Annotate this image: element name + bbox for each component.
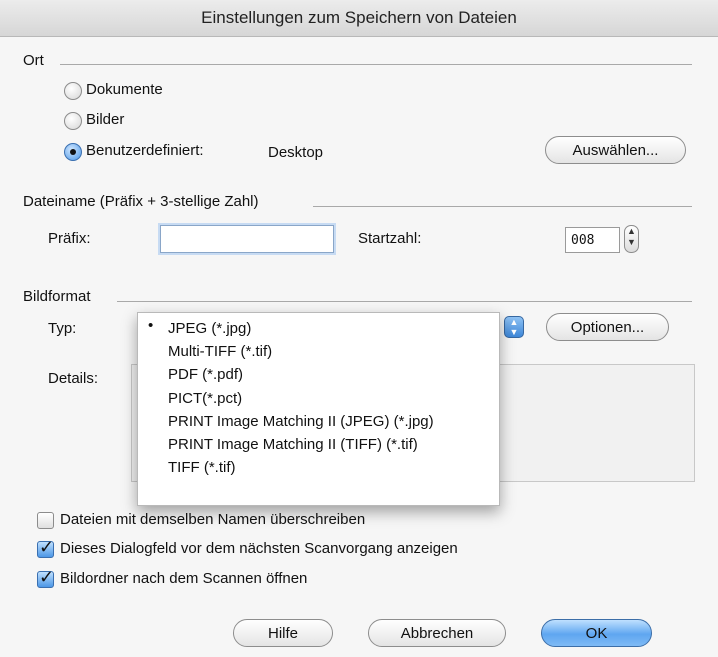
- window-title-bar: Einstellungen zum Speichern von Dateien: [0, 0, 718, 37]
- prefix-label: Präfix:: [48, 230, 91, 247]
- popup-arrows-icon[interactable]: ▲ ▼: [504, 316, 524, 338]
- menu-item-label: TIFF (*.tif): [168, 459, 236, 477]
- radio-custom-label[interactable]: Benutzerdefiniert:: [86, 142, 204, 159]
- menu-item-pim-tiff[interactable]: PRINT Image Matching II (TIFF) (*.tif): [138, 433, 499, 456]
- help-button[interactable]: Hilfe: [233, 619, 333, 647]
- open-folder-checkbox[interactable]: ✓: [37, 567, 54, 588]
- start-number-label: Startzahl:: [358, 230, 422, 247]
- format-dropdown-menu[interactable]: • JPEG (*.jpg) Multi-TIFF (*.tif) PDF (*…: [137, 312, 500, 506]
- stepper-arrows-icon[interactable]: ▲ ▼: [624, 225, 639, 253]
- details-label: Details:: [48, 370, 99, 387]
- radio-documents-label[interactable]: Dokumente: [86, 81, 163, 98]
- show-dialog-checkbox[interactable]: ✓: [37, 537, 54, 558]
- start-number-input[interactable]: 008: [565, 227, 620, 253]
- type-label: Typ:: [48, 320, 77, 337]
- radio-documents[interactable]: [64, 82, 82, 100]
- radio-custom[interactable]: [64, 143, 82, 161]
- ok-button[interactable]: OK: [541, 619, 652, 647]
- show-dialog-checkbox-label[interactable]: Dieses Dialogfeld vor dem nächsten Scanv…: [60, 540, 458, 557]
- menu-item-multi-tiff[interactable]: Multi-TIFF (*.tif): [138, 340, 499, 363]
- window-title: Einstellungen zum Speichern von Dateien: [201, 8, 517, 27]
- menu-item-tiff[interactable]: TIFF (*.tif): [138, 456, 499, 479]
- menu-item-label: PRINT Image Matching II (JPEG) (*.jpg): [168, 412, 434, 430]
- choose-folder-button[interactable]: Auswählen...: [545, 136, 686, 164]
- menu-item-label: PICT(*.pct): [168, 389, 243, 407]
- radio-pictures-label[interactable]: Bilder: [86, 111, 124, 128]
- radio-pictures[interactable]: [64, 112, 82, 130]
- cancel-button[interactable]: Abbrechen: [368, 619, 506, 647]
- menu-item-label: JPEG (*.jpg): [168, 320, 252, 338]
- overwrite-checkbox[interactable]: [37, 512, 54, 529]
- format-group-label: Bildformat: [23, 288, 91, 305]
- menu-item-pdf[interactable]: PDF (*.pdf): [138, 363, 499, 386]
- checkmark-icon: ✓: [39, 537, 55, 557]
- open-folder-checkbox-label[interactable]: Bildordner nach dem Scannen öffnen: [60, 570, 307, 587]
- overwrite-checkbox-label[interactable]: Dateien mit demselben Namen überschreibe…: [60, 511, 365, 528]
- prefix-input[interactable]: [160, 225, 334, 253]
- filename-group-label: Dateiname (Präfix + 3-stellige Zahl): [23, 193, 259, 210]
- checkmark-icon: ✓: [39, 567, 55, 587]
- format-group-divider: [117, 301, 692, 302]
- location-group-label: Ort: [23, 52, 44, 69]
- menu-item-pict[interactable]: PICT(*.pct): [138, 387, 499, 410]
- menu-item-pim-jpeg[interactable]: PRINT Image Matching II (JPEG) (*.jpg): [138, 410, 499, 433]
- custom-path-value: Desktop: [268, 144, 324, 161]
- filename-group-divider: [313, 206, 692, 207]
- menu-item-label: Multi-TIFF (*.tif): [168, 343, 273, 361]
- options-button[interactable]: Optionen...: [546, 313, 669, 341]
- selected-bullet: •: [148, 317, 154, 334]
- menu-item-label: PDF (*.pdf): [168, 366, 244, 384]
- location-group-divider: [60, 64, 692, 65]
- menu-item-jpeg[interactable]: • JPEG (*.jpg): [138, 317, 499, 340]
- menu-item-label: PRINT Image Matching II (TIFF) (*.tif): [168, 436, 418, 454]
